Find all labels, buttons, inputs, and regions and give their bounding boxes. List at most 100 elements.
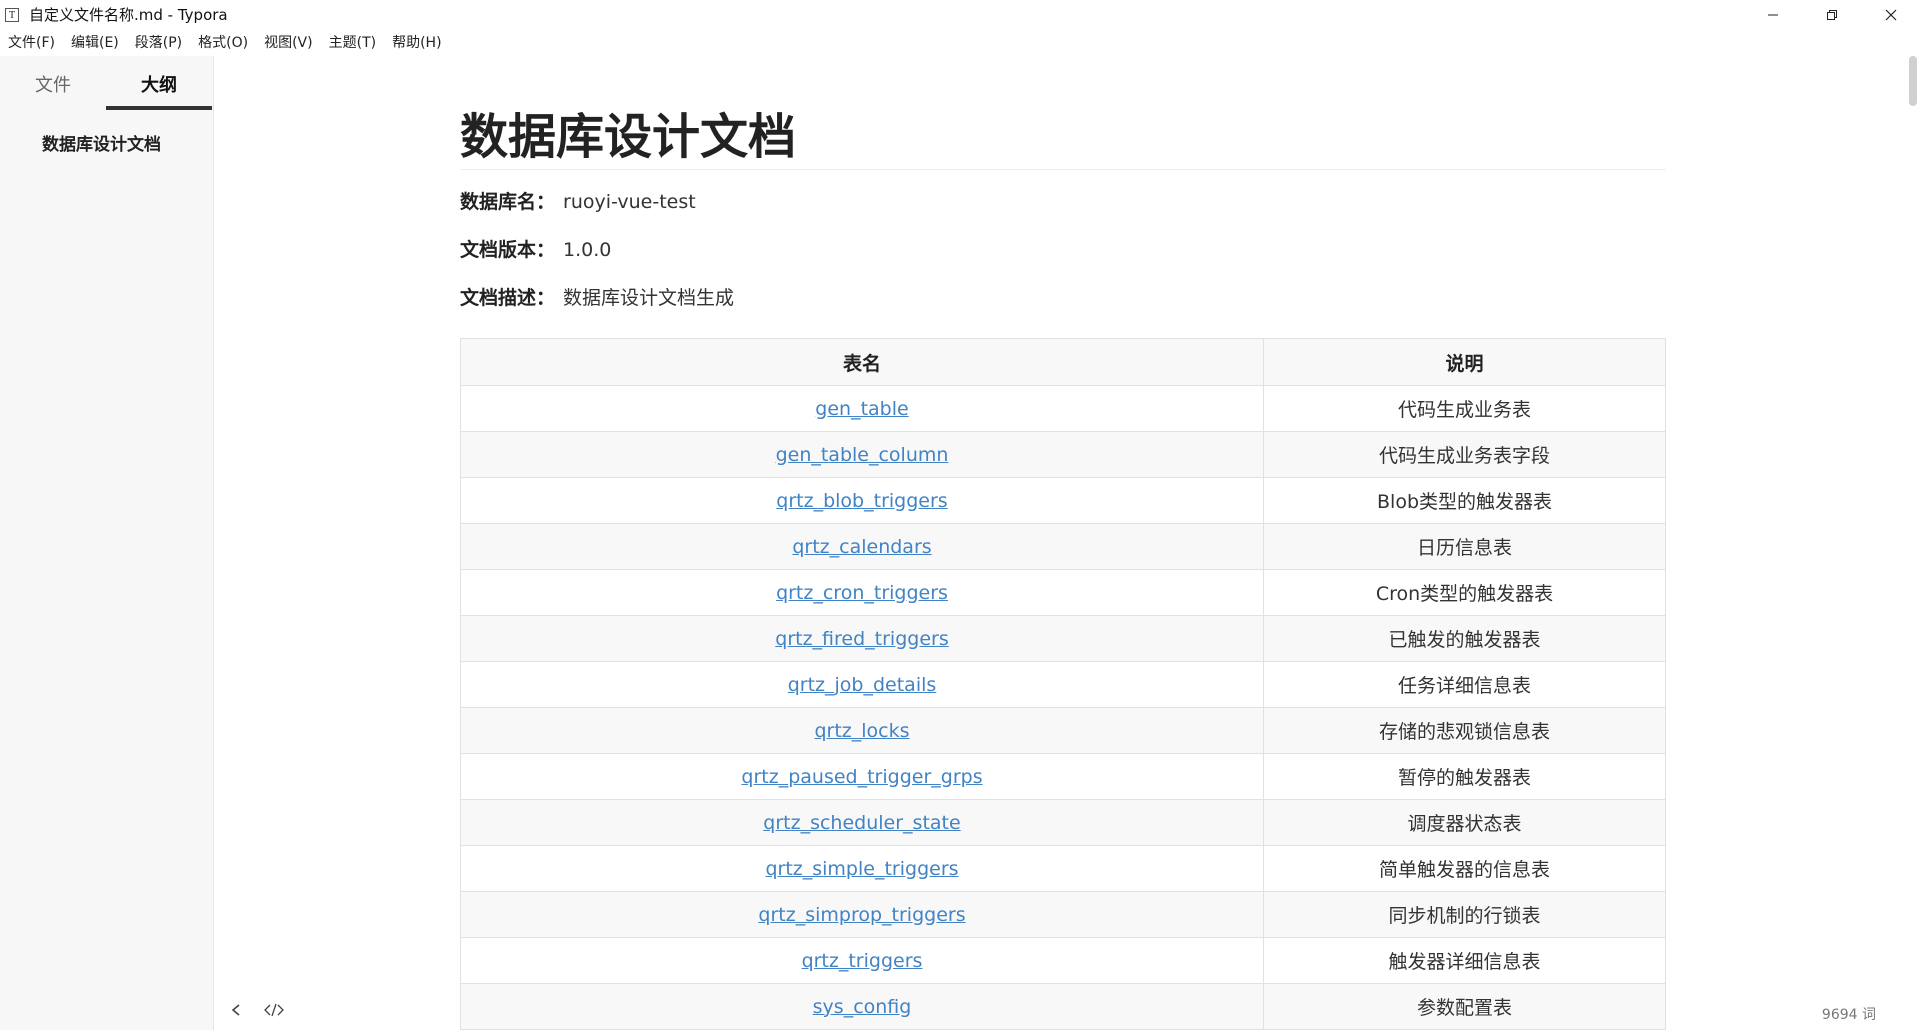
restore-icon [1826, 9, 1837, 20]
header-table-name: 表名 [460, 338, 1264, 386]
table-description-cell: 代码生成业务表 [1263, 385, 1666, 432]
restore-button[interactable] [1802, 0, 1861, 29]
table-name-cell: qrtz_job_details [460, 661, 1264, 708]
meta-value: ruoyi-vue-test [563, 191, 696, 213]
table-row: gen_table_column 代码生成业务表字段 [460, 431, 1666, 478]
meta-value: 1.0.0 [563, 239, 612, 261]
editor-area[interactable]: 数据库设计文档 数据库名： ruoyi-vue-test 文档版本： 1.0.0 文… [214, 56, 1906, 1030]
close-icon [1885, 9, 1896, 20]
table-name-cell: qrtz_simple_triggers [460, 845, 1264, 892]
menu-bar: 文件(F) 编辑(E) 段落(P) 格式(O) 视图(V) 主题(T) 帮助(H… [0, 29, 1920, 55]
table-description-cell: 触发器详细信息表 [1263, 937, 1666, 984]
meta-doc-description: 文档描述： 数据库设计文档生成 [460, 285, 1666, 311]
title-bar: T 自定义文件名称.md - Typora [0, 0, 1920, 29]
table-name-link[interactable]: qrtz_scheduler_state [763, 812, 960, 834]
table-header-row: 表名 说明 [460, 338, 1666, 386]
table-name-link[interactable]: qrtz_cron_triggers [776, 582, 948, 604]
document: 数据库设计文档 数据库名： ruoyi-vue-test 文档版本： 1.0.0 文… [460, 56, 1666, 1030]
sidebar: 文件 大纲 数据库设计文档 [0, 56, 214, 1030]
menu-edit[interactable]: 编辑(E) [63, 32, 127, 52]
table-name-cell: gen_table_column [460, 431, 1264, 478]
table-description-cell: 同步机制的行锁表 [1263, 891, 1666, 938]
menu-view[interactable]: 视图(V) [256, 32, 321, 52]
table-row: qrtz_blob_triggers Blob类型的触发器表 [460, 477, 1666, 524]
table-name-link[interactable]: qrtz_triggers [802, 950, 923, 972]
table-name-cell: sys_config [460, 983, 1264, 1030]
meta-label: 文档版本： [460, 239, 556, 261]
table-name-link[interactable]: qrtz_blob_triggers [776, 490, 947, 512]
header-description: 说明 [1263, 338, 1666, 386]
menu-file[interactable]: 文件(F) [0, 32, 63, 52]
table-row: qrtz_fired_triggers 已触发的触发器表 [460, 615, 1666, 662]
vertical-scrollbar[interactable] [1906, 56, 1920, 1030]
menu-theme[interactable]: 主题(T) [321, 32, 384, 52]
table-name-link[interactable]: qrtz_locks [814, 720, 909, 742]
table-description-cell: 调度器状态表 [1263, 799, 1666, 846]
minimize-icon [1767, 14, 1778, 15]
table-description-cell: Blob类型的触发器表 [1263, 477, 1666, 524]
table-name-cell: qrtz_scheduler_state [460, 799, 1264, 846]
tab-files[interactable]: 文件 [0, 56, 106, 110]
table-name-link[interactable]: qrtz_fired_triggers [775, 628, 948, 650]
status-bar-left [226, 1000, 284, 1020]
table-name-cell: qrtz_locks [460, 707, 1264, 754]
table-description-cell: 代码生成业务表字段 [1263, 431, 1666, 478]
table-name-link[interactable]: sys_config [813, 996, 912, 1018]
minimize-button[interactable] [1743, 0, 1802, 29]
table-description-cell: 任务详细信息表 [1263, 661, 1666, 708]
table-name-cell: gen_table [460, 385, 1264, 432]
table-name-cell: qrtz_blob_triggers [460, 477, 1264, 524]
table-name-link[interactable]: qrtz_job_details [788, 674, 937, 696]
tab-outline[interactable]: 大纲 [106, 56, 212, 110]
table-row: qrtz_triggers 触发器详细信息表 [460, 937, 1666, 984]
menu-paragraph[interactable]: 段落(P) [127, 32, 190, 52]
table-name-link[interactable]: qrtz_paused_trigger_grps [741, 766, 982, 788]
sidebar-tabs: 文件 大纲 [0, 56, 213, 110]
table-name-cell: qrtz_simprop_triggers [460, 891, 1264, 938]
meta-value: 数据库设计文档生成 [563, 287, 735, 309]
word-count[interactable]: 9694 词 [1822, 1004, 1876, 1024]
table-row: qrtz_simprop_triggers 同步机制的行锁表 [460, 891, 1666, 938]
table-description-cell: 简单触发器的信息表 [1263, 845, 1666, 892]
document-title[interactable]: 数据库设计文档 [460, 108, 1666, 170]
meta-doc-version: 文档版本： 1.0.0 [460, 237, 1666, 263]
code-icon [264, 1003, 284, 1017]
table-name-link[interactable]: qrtz_simple_triggers [765, 858, 958, 880]
menu-help[interactable]: 帮助(H) [384, 32, 449, 52]
table-description-cell: 已触发的触发器表 [1263, 615, 1666, 662]
scrollbar-thumb[interactable] [1909, 56, 1917, 106]
table-name-link[interactable]: gen_table_column [776, 444, 949, 466]
meta-label: 数据库名： [460, 191, 556, 213]
table-row: qrtz_paused_trigger_grps 暂停的触发器表 [460, 753, 1666, 800]
table-row: qrtz_calendars 日历信息表 [460, 523, 1666, 570]
table-name-cell: qrtz_cron_triggers [460, 569, 1264, 616]
chevron-left-icon [231, 1004, 240, 1016]
table-row: qrtz_cron_triggers Cron类型的触发器表 [460, 569, 1666, 616]
table-description-cell: 日历信息表 [1263, 523, 1666, 570]
table-name-link[interactable]: gen_table [815, 398, 908, 420]
table-name-link[interactable]: qrtz_calendars [792, 536, 931, 558]
tables-list-table: 表名 说明 gen_table 代码生成业务表 gen_table_column 代码… [460, 338, 1666, 1030]
table-name-cell: qrtz_calendars [460, 523, 1264, 570]
table-body: gen_table 代码生成业务表 gen_table_column 代码生成业务表字… [460, 385, 1666, 1030]
menu-format[interactable]: 格式(O) [190, 32, 256, 52]
source-code-mode-button[interactable] [264, 1000, 284, 1020]
table-row: sys_config 参数配置表 [460, 983, 1666, 1030]
table-description-cell: 暂停的触发器表 [1263, 753, 1666, 800]
table-row: gen_table 代码生成业务表 [460, 385, 1666, 432]
table-name-cell: qrtz_triggers [460, 937, 1264, 984]
window-title: 自定义文件名称.md - Typora [29, 6, 228, 24]
window-controls [1743, 0, 1920, 29]
typora-app-icon: T [5, 7, 19, 22]
table-description-cell: Cron类型的触发器表 [1263, 569, 1666, 616]
table-name-cell: qrtz_fired_triggers [460, 615, 1264, 662]
table-row: qrtz_simple_triggers 简单触发器的信息表 [460, 845, 1666, 892]
toggle-sidebar-button[interactable] [226, 1000, 246, 1020]
table-name-cell: qrtz_paused_trigger_grps [460, 753, 1264, 800]
outline-item-doc-title[interactable]: 数据库设计文档 [42, 130, 213, 155]
table-row: qrtz_job_details 任务详细信息表 [460, 661, 1666, 708]
table-name-link[interactable]: qrtz_simprop_triggers [758, 904, 965, 926]
table-description-cell: 存储的悲观锁信息表 [1263, 707, 1666, 754]
close-button[interactable] [1861, 0, 1920, 29]
table-row: qrtz_scheduler_state 调度器状态表 [460, 799, 1666, 846]
